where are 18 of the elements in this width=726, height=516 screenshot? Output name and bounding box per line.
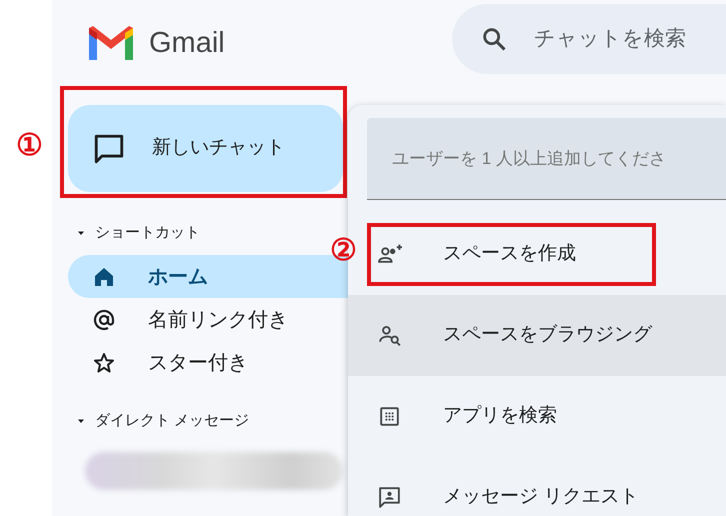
nav-item[interactable]: スター付き	[68, 341, 348, 384]
people-search-icon	[377, 323, 402, 348]
section-header[interactable]: ショートカット	[95, 222, 200, 244]
grid-icon	[377, 404, 402, 429]
app-name: Gmail	[149, 26, 225, 62]
add-people-field[interactable]: ユーザーを 1 人以上追加してくださ	[367, 118, 726, 200]
blurred-contact[interactable]	[85, 452, 343, 490]
section-header[interactable]: ダイレクト メッセージ	[95, 410, 250, 432]
menu-item[interactable]: メッセージ リクエスト	[348, 457, 726, 516]
search-field[interactable]: チャットを検索	[452, 4, 726, 74]
step-number: ①	[16, 131, 43, 161]
at-sign-icon	[92, 308, 116, 332]
new-chat-button[interactable]: 新しいチャット	[68, 105, 343, 192]
menu-item[interactable]: スペースをブラウジング	[348, 295, 726, 376]
menu-item[interactable]: アプリを検索	[348, 376, 726, 457]
message-person-icon	[377, 485, 402, 510]
nav-item[interactable]: 名前リンク付き	[68, 298, 348, 341]
star-icon	[92, 350, 116, 374]
